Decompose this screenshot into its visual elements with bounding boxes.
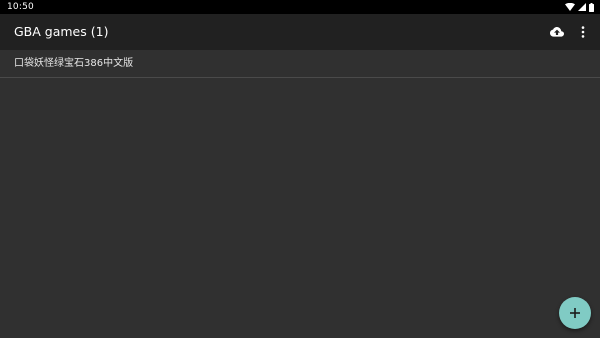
status-bar: 10:50: [0, 0, 600, 14]
list-item[interactable]: 口袋妖怪绿宝石386中文版: [0, 50, 600, 78]
add-game-button[interactable]: [559, 297, 591, 329]
add-icon: [570, 308, 580, 318]
wifi-icon: [565, 3, 575, 11]
status-icons: [565, 0, 594, 14]
battery-icon: [589, 2, 594, 12]
cloud-upload-button[interactable]: [548, 23, 566, 41]
app-bar-actions: [548, 14, 592, 50]
game-list: 口袋妖怪绿宝石386中文版: [0, 50, 600, 78]
app-screen: 10:50 GBA games (1) 口袋妖怪绿宝石386中文版: [0, 0, 600, 338]
cloud-upload-icon: [550, 26, 564, 37]
page-title: GBA games (1): [14, 24, 109, 39]
more-vert-icon: [581, 26, 585, 38]
more-options-button[interactable]: [574, 23, 592, 41]
status-time: 10:50: [7, 2, 34, 12]
cellular-signal-icon: [578, 3, 586, 11]
app-bar: GBA games (1): [0, 14, 600, 50]
game-title: 口袋妖怪绿宝石386中文版: [14, 58, 134, 69]
